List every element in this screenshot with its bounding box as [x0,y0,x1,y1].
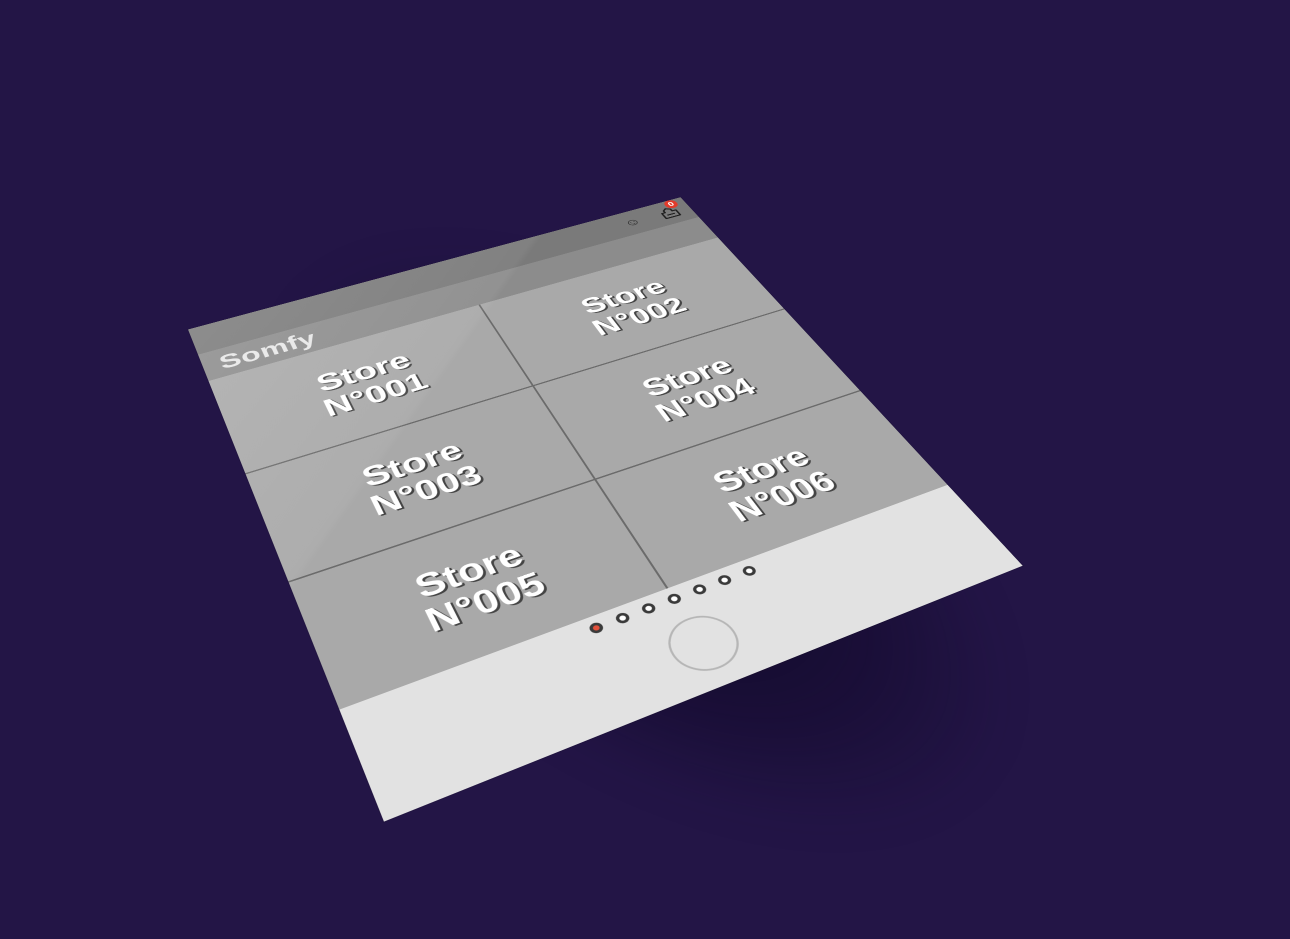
page-dot[interactable] [715,573,734,587]
user-face-icon[interactable]: ☺ [617,213,649,231]
store-tile-label: Store N°006 [705,440,843,529]
store-tile-label: Store N°002 [575,275,693,341]
home-button[interactable] [656,607,752,681]
store-tile-label: Store N°001 [312,347,433,423]
page-dot[interactable] [665,592,684,606]
store-tile-label: Store N°003 [356,435,488,523]
scene: ☺ 0 Somfy Store N°001 Store N°002 Store … [0,0,1290,939]
store-tile-label: Store N°005 [408,537,552,640]
page-dot[interactable] [740,564,759,578]
page-dot[interactable] [690,582,709,596]
store-tile-label: Store N°004 [635,352,763,428]
page-dot[interactable] [613,611,632,625]
page-dot[interactable] [639,601,658,616]
page-dot-active[interactable] [587,620,606,635]
